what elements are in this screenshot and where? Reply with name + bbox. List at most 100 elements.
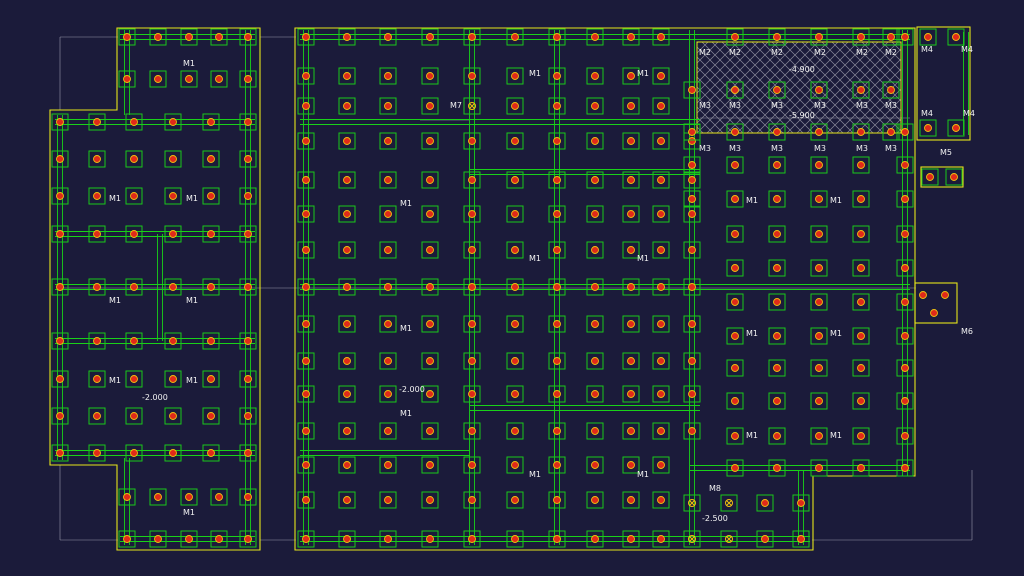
label-m1: M1: [746, 431, 758, 440]
label-m1: M1: [183, 59, 195, 68]
pile-marker: [657, 176, 665, 184]
pile-marker: [657, 535, 665, 543]
pile-marker: [215, 75, 223, 83]
pile-marker: [426, 137, 434, 145]
pile-marker: [244, 33, 252, 41]
pile-marker: [773, 264, 781, 272]
pile-marker: [901, 298, 909, 306]
pile-marker: [93, 375, 101, 383]
pile-marker: [511, 390, 519, 398]
pile-marker: [169, 230, 177, 238]
pile-marker: [950, 173, 958, 181]
pile-marker: [130, 449, 138, 457]
pile-marker: [901, 161, 909, 169]
pile-marker: [384, 283, 392, 291]
pile-marker: [553, 283, 561, 291]
pile-marker: [93, 449, 101, 457]
pile-marker: [169, 155, 177, 163]
pile-marker: [591, 72, 599, 80]
pile-marker: [93, 337, 101, 345]
pile-marker: [207, 412, 215, 420]
pile-marker: [926, 173, 934, 181]
pile-marker: [384, 137, 392, 145]
pile-marker: [468, 496, 476, 504]
pile-marker: [244, 493, 252, 501]
pile-marker: [857, 264, 865, 272]
label-m1: M1: [183, 508, 195, 517]
pile-marker: [657, 72, 665, 80]
label-m1: M1: [186, 194, 198, 203]
pile-marker: [244, 337, 252, 345]
pile-marker: [773, 432, 781, 440]
pile-marker: [952, 124, 960, 132]
pile-marker: [731, 161, 739, 169]
pile-marker: [591, 390, 599, 398]
pile-marker: [627, 320, 635, 328]
pile-marker: [924, 124, 932, 132]
pile-marker: [773, 33, 781, 41]
pile-marker: [244, 75, 252, 83]
pile-marker: [731, 128, 739, 136]
pile-marker: [426, 390, 434, 398]
pile-marker: [553, 137, 561, 145]
pile-marker: [169, 449, 177, 457]
pile-marker: [468, 535, 476, 543]
pile-marker: [244, 375, 252, 383]
pile-marker: [343, 496, 351, 504]
pile-marker: [130, 192, 138, 200]
pile-marker: [302, 390, 310, 398]
pile-marker: [591, 320, 599, 328]
pile-marker: [919, 291, 927, 299]
pile-marker: [761, 535, 769, 543]
pile-marker: [468, 176, 476, 184]
pile-marker: [627, 390, 635, 398]
pile-marker: [468, 427, 476, 435]
pile-marker: [657, 137, 665, 145]
pile-marker: [169, 283, 177, 291]
pile-marker: [468, 72, 476, 80]
pile-marker: [302, 137, 310, 145]
pile-marker: [130, 283, 138, 291]
pile-marker: [302, 496, 310, 504]
pile-marker: [857, 298, 865, 306]
label-m4: M4: [921, 45, 933, 54]
pile-marker: [123, 33, 131, 41]
pile-marker: [857, 195, 865, 203]
pile-marker: [887, 33, 895, 41]
pile-marker: [468, 137, 476, 145]
pile-marker: [688, 86, 696, 94]
pile-marker: [56, 230, 64, 238]
pile-marker: [511, 461, 519, 469]
label-m2: M2: [885, 48, 897, 57]
pile-marker: [688, 210, 696, 218]
pile-marker: [591, 283, 599, 291]
pile-marker: [591, 33, 599, 41]
pile-marker: [56, 283, 64, 291]
label-m1: M1: [637, 69, 649, 78]
pile-marker: [302, 461, 310, 469]
label-m4: M4: [921, 109, 933, 118]
label-m1: M1: [186, 376, 198, 385]
pile-marker: [123, 535, 131, 543]
pile-marker: [302, 72, 310, 80]
label-m1: M1: [186, 296, 198, 305]
label-m1: M1: [529, 470, 541, 479]
pile-marker: [185, 33, 193, 41]
pile-marker: [169, 412, 177, 420]
label-m2: M2: [856, 48, 868, 57]
pile-marker: [56, 155, 64, 163]
pile-marker: [591, 246, 599, 254]
pile-marker: [815, 230, 823, 238]
pile-marker: [130, 230, 138, 238]
pile-marker: [169, 375, 177, 383]
pile-marker: [815, 364, 823, 372]
pile-marker: [901, 432, 909, 440]
pile-marker: [343, 246, 351, 254]
pile-marker: [154, 535, 162, 543]
label-m3: M3: [699, 101, 711, 110]
pile-marker: [56, 192, 64, 200]
pile-marker: [627, 102, 635, 110]
pile-marker: [773, 298, 781, 306]
pile-marker: [468, 283, 476, 291]
pile-marker: [468, 357, 476, 365]
